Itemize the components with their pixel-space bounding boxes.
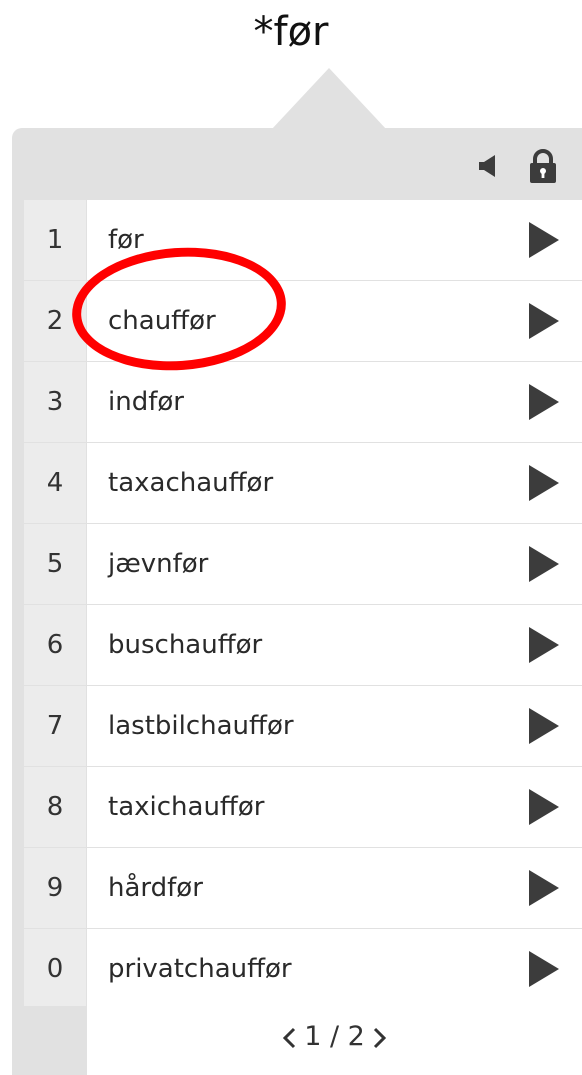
play-icon[interactable] [528, 545, 560, 583]
item-cell[interactable]: buschauffør [87, 605, 582, 685]
pager: 1 / 2 [24, 1006, 582, 1075]
play-icon[interactable] [528, 707, 560, 745]
page-indicator: 1 / 2 [304, 1021, 365, 1052]
list-item[interactable]: 3 indfør [24, 362, 582, 442]
item-cell[interactable]: før [87, 200, 582, 280]
list-item[interactable]: 1 før [24, 200, 582, 280]
list-item[interactable]: 4 taxachauffør [24, 443, 582, 523]
item-word[interactable]: chauffør [108, 281, 216, 361]
play-icon[interactable] [528, 626, 560, 664]
list-item[interactable]: 2 chauffør [24, 281, 582, 361]
toolbar [12, 128, 582, 200]
item-number: 6 [24, 605, 86, 685]
suggestion-panel: 1 før 2 chauffør 3 indfør 4 taxachauffør [12, 128, 582, 1075]
item-word[interactable]: buschauffør [108, 605, 262, 685]
list-item[interactable]: 5 jævnfør [24, 524, 582, 604]
query-text: *før [253, 9, 329, 55]
play-icon[interactable] [528, 221, 560, 259]
item-word[interactable]: før [108, 200, 144, 280]
item-number: 3 [24, 362, 86, 442]
item-cell[interactable]: lastbilchauffør [87, 686, 582, 766]
item-number: 2 [24, 281, 86, 361]
item-word[interactable]: hårdfør [108, 848, 203, 928]
item-cell[interactable]: chauffør [87, 281, 582, 361]
item-cell[interactable]: privatchauffør [87, 929, 582, 1009]
item-number: 4 [24, 443, 86, 523]
play-icon[interactable] [528, 788, 560, 826]
play-icon[interactable] [528, 950, 560, 988]
item-number: 5 [24, 524, 86, 604]
item-cell[interactable]: hårdfør [87, 848, 582, 928]
item-number: 9 [24, 848, 86, 928]
item-cell[interactable]: indfør [87, 362, 582, 442]
lock-icon[interactable] [528, 148, 558, 184]
item-cell[interactable]: jævnfør [87, 524, 582, 604]
item-word[interactable]: privatchauffør [108, 929, 292, 1009]
pager-controls: 1 / 2 [87, 1006, 582, 1075]
item-cell[interactable]: taxachauffør [87, 443, 582, 523]
popup-pointer [271, 68, 387, 130]
pager-spacer [24, 1006, 86, 1075]
item-word[interactable]: taxichauffør [108, 767, 264, 847]
chevron-left-icon[interactable] [282, 1027, 296, 1049]
item-word[interactable]: lastbilchauffør [108, 686, 294, 766]
item-word[interactable]: jævnfør [108, 524, 208, 604]
item-number: 7 [24, 686, 86, 766]
play-icon[interactable] [528, 302, 560, 340]
list-item[interactable]: 0 privatchauffør [24, 929, 582, 1009]
play-icon[interactable] [528, 869, 560, 907]
chevron-right-icon[interactable] [373, 1027, 387, 1049]
list-item[interactable]: 8 taxichauffør [24, 767, 582, 847]
play-icon[interactable] [528, 464, 560, 502]
list-item[interactable]: 9 hårdfør [24, 848, 582, 928]
speaker-icon[interactable] [479, 154, 499, 178]
item-number: 1 [24, 200, 86, 280]
list-item[interactable]: 7 lastbilchauffør [24, 686, 582, 766]
item-word[interactable]: taxachauffør [108, 443, 273, 523]
item-word[interactable]: indfør [108, 362, 184, 442]
item-cell[interactable]: taxichauffør [87, 767, 582, 847]
list-item[interactable]: 6 buschauffør [24, 605, 582, 685]
item-number: 0 [24, 929, 86, 1009]
play-icon[interactable] [528, 383, 560, 421]
item-number: 8 [24, 767, 86, 847]
